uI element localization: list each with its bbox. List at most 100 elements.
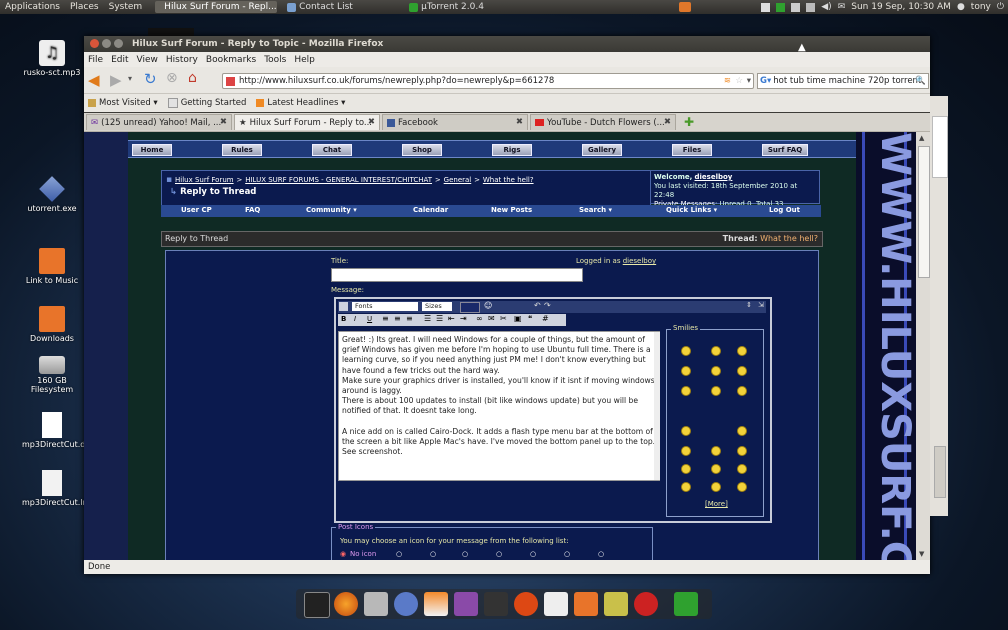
terminal-icon[interactable] [304, 592, 330, 618]
desktop-icon-mp3directcut-lnk[interactable]: mp3DirectCut.lnk [22, 470, 92, 507]
tab-yahoo-mail[interactable]: ✉ (125 unread) Yahoo! Mail, ... ✖ [86, 114, 232, 130]
search-icon[interactable]: 🔍 [915, 76, 926, 86]
notification-icon[interactable] [761, 2, 771, 12]
bold-icon[interactable]: B [341, 315, 346, 323]
smilie-icon[interactable] [737, 482, 747, 492]
align-right-icon[interactable]: ≡ [406, 314, 413, 323]
bookmark-most-visited[interactable]: Most Visited ▾ [88, 98, 158, 108]
places-menu[interactable]: Places [65, 2, 104, 12]
nav-shop-button[interactable]: Shop [402, 144, 442, 156]
unordered-list-icon[interactable]: ☰ [436, 314, 443, 323]
desktop-icon-filesystem[interactable]: 160 GB Filesystem [22, 356, 82, 394]
smilie-icon[interactable] [681, 446, 691, 456]
smilie-icon[interactable] [681, 482, 691, 492]
smilie-icon[interactable] [711, 482, 721, 492]
welcome-username[interactable]: dieselboy [695, 173, 733, 181]
subnav-quick-links[interactable]: Quick Links ▾ [666, 206, 717, 214]
underline-icon[interactable]: U [367, 315, 372, 323]
tab-youtube[interactable]: YouTube - Dutch Flowers (... ✖ [530, 114, 676, 130]
resize-editor-icon[interactable]: ⇕ [746, 301, 752, 309]
bookmark-latest-headlines[interactable]: Latest Headlines ▾ [256, 98, 345, 108]
expand-editor-icon[interactable]: ⇲ [758, 301, 764, 309]
subnav-community[interactable]: Community ▾ [306, 206, 357, 214]
close-tab-icon[interactable]: ✖ [664, 117, 671, 127]
desktop-icon-mp3directcut-desktop[interactable]: mp3DirectCut.desktop [22, 412, 112, 450]
vlc-icon[interactable] [424, 592, 448, 616]
taskbar-utorrent[interactable]: µTorrent 2.0.4 [403, 1, 515, 13]
breadcrumb-general-interest[interactable]: HILUX SURF FORUMS - GENERAL INTEREST/CHI… [245, 176, 432, 184]
message-textarea[interactable]: Great! :) Its great. I will need Windows… [338, 331, 660, 481]
insert-image-icon[interactable]: ▣ [514, 314, 522, 323]
pidgin-dock-icon[interactable] [394, 592, 418, 616]
video-editor-icon[interactable] [454, 592, 478, 616]
tab-facebook[interactable]: Facebook ✖ [382, 114, 528, 130]
menu-file[interactable]: File [84, 55, 107, 65]
ordered-list-icon[interactable]: ☰ [424, 314, 431, 323]
smilie-icon[interactable] [737, 446, 747, 456]
smilie-icon[interactable] [681, 366, 691, 376]
nav-rigs-button[interactable]: Rigs [492, 144, 532, 156]
quote-icon[interactable]: ❝ [528, 314, 532, 323]
email-link-icon[interactable]: ✉ [488, 314, 495, 323]
clock[interactable]: Sun 19 Sep, 10:30 AM [851, 2, 951, 12]
close-tab-icon[interactable]: ✖ [368, 117, 375, 127]
smilie-icon[interactable] [711, 346, 721, 356]
title-input[interactable] [331, 268, 583, 282]
nav-rules-button[interactable]: Rules [222, 144, 262, 156]
bookmark-star-icon[interactable]: ☆ [735, 76, 743, 86]
logged-in-user[interactable]: dieselboy [623, 257, 656, 265]
close-window-icon[interactable] [90, 39, 99, 48]
smilie-icon[interactable] [737, 346, 747, 356]
size-select[interactable]: Sizes [422, 302, 452, 311]
stop-icon[interactable]: ⊗ [166, 70, 178, 86]
firefox-dock-icon[interactable] [334, 592, 358, 616]
post-icon-radio[interactable]: ○ [564, 550, 570, 558]
smilie-icon[interactable] [711, 386, 721, 396]
color-select[interactable] [460, 302, 480, 313]
smilie-icon[interactable] [737, 464, 747, 474]
nav-home-button[interactable]: Home [132, 144, 172, 156]
desktop-icon-rusko[interactable]: ♫ rusko-sct.mp3 [22, 40, 82, 77]
redo-icon[interactable]: ↷ [544, 301, 551, 310]
switch-mode-icon[interactable] [339, 302, 348, 311]
taskbar-contact-list[interactable]: Contact List [281, 1, 393, 13]
undo-icon[interactable]: ↶ [534, 301, 541, 310]
game-icon[interactable] [604, 592, 628, 616]
page-scrollbar[interactable]: ▲ ▼ [916, 132, 930, 560]
breadcrumb-thread[interactable]: What the hell? [483, 176, 534, 184]
movie-icon[interactable] [484, 592, 508, 616]
indent-icon[interactable]: ⇥ [460, 314, 467, 323]
menu-view[interactable]: View [133, 55, 162, 65]
taskbar-firefox[interactable]: Hilux Surf Forum - Repl... [155, 1, 278, 13]
url-bar[interactable]: http://www.hiluxsurf.co.uk/forums/newrep… [222, 73, 754, 89]
scroll-thumb[interactable] [918, 146, 930, 278]
smilies-more-link[interactable]: [More] [705, 500, 728, 508]
post-icon-radio[interactable]: ○ [598, 550, 604, 558]
smilie-icon[interactable] [681, 464, 691, 474]
search-engine-icon[interactable]: G▾ [760, 76, 771, 86]
smilie-icon[interactable] [737, 386, 747, 396]
applications-menu[interactable]: Applications [0, 2, 65, 12]
shutdown-icon[interactable] [634, 592, 658, 616]
nav-files-button[interactable]: Files [672, 144, 712, 156]
background-window[interactable] [930, 96, 948, 516]
tab-hilux-forum[interactable]: ★ Hilux Surf Forum - Reply to... ✖ [234, 114, 380, 130]
menu-tools[interactable]: Tools [260, 55, 290, 65]
breadcrumb-general[interactable]: General [444, 176, 472, 184]
calculator-icon[interactable] [364, 592, 388, 616]
scroll-down-icon[interactable]: ▼ [919, 550, 924, 558]
thread-link[interactable]: What the hell? [760, 234, 818, 243]
align-center-icon[interactable]: ≡ [394, 314, 401, 323]
menu-bookmarks[interactable]: Bookmarks [202, 55, 260, 65]
downloads-icon[interactable] [574, 592, 598, 616]
ubuntu-icon[interactable] [514, 592, 538, 616]
subnav-user-cp[interactable]: User CP [181, 206, 212, 214]
post-icon-radio[interactable]: ○ [462, 550, 468, 558]
subnav-faq[interactable]: FAQ [245, 206, 260, 214]
subnav-log-out[interactable]: Log Out [769, 206, 800, 214]
outdent-icon[interactable]: ⇤ [448, 314, 455, 323]
smilie-icon[interactable] [711, 446, 721, 456]
nav-gallery-button[interactable]: Gallery [582, 144, 622, 156]
close-tab-icon[interactable]: ✖ [220, 117, 227, 127]
desktop-icon-music-link[interactable]: Link to Music [22, 248, 82, 285]
